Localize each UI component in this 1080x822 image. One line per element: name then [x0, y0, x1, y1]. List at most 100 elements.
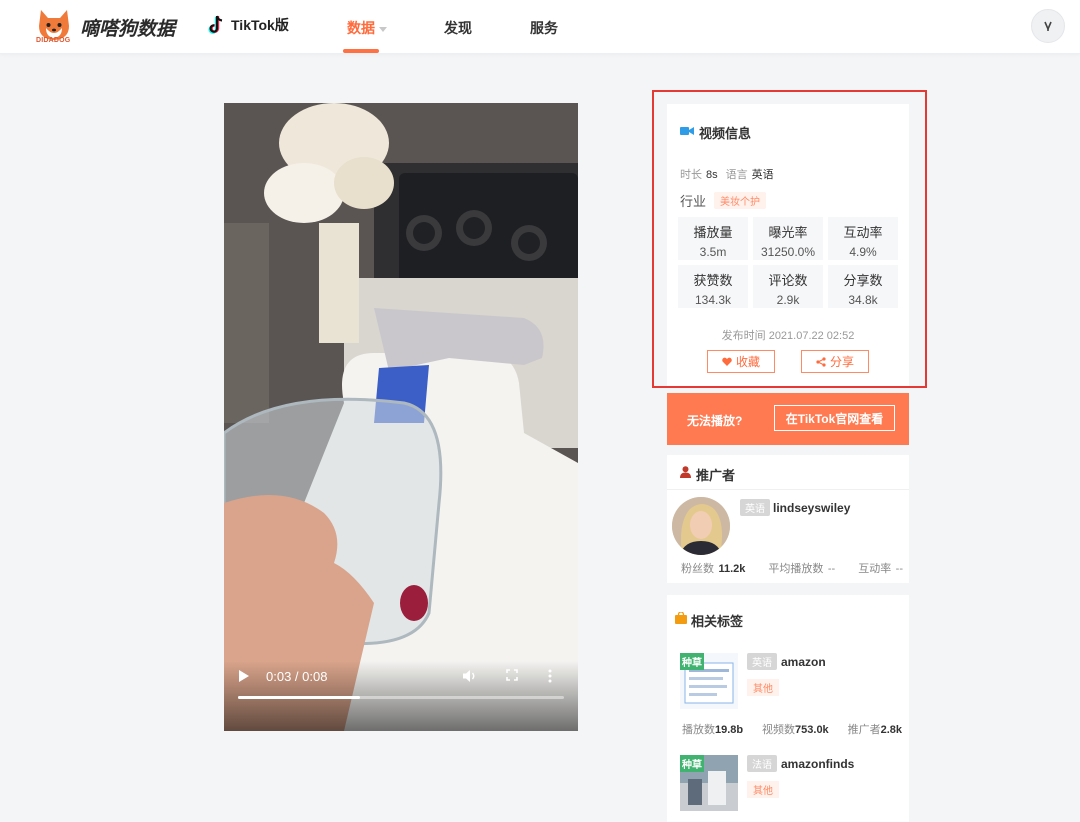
share-label: 分享 [829, 355, 854, 369]
play-icon[interactable] [238, 669, 256, 687]
fans-value: 11.2k [718, 563, 746, 575]
related-tags-title: 相关标签 [691, 614, 744, 629]
stat-label: 曝光率 [768, 225, 808, 240]
video-info-card: 视频信息 时长 8s 语言 英语 行业 美妆个护 播放量 3.5m 曝光率 31250.0… [667, 104, 909, 387]
nav-tab-service[interactable]: 服务 [530, 18, 558, 38]
stat-shares: 分享数 34.8k [828, 265, 898, 308]
tag-video-value: 753.0k [795, 724, 829, 736]
tag-name[interactable]: amazonfinds [781, 757, 854, 771]
tag-stats-row: 播放数19.8b 视频数753.0k 推广者2.8k [682, 720, 902, 738]
active-tab-indicator [343, 49, 379, 53]
stat-label: 播放量 [693, 225, 733, 240]
tag-play-value: 19.8b [715, 724, 744, 736]
tiktok-label: TikTok版 [231, 17, 289, 33]
tag-promoter-value: 2.8k [880, 724, 902, 736]
tag-language-badge: 法语 [747, 755, 777, 772]
nav-tab-data[interactable]: 数据 [347, 18, 387, 38]
video-frame-image [224, 103, 578, 731]
stat-value: 34.8k [848, 293, 878, 307]
related-tags-card: 相关标签 种草 英语 amazon 其他 播放数19.8b 视频数753.0k … [667, 595, 909, 822]
user-icon [1044, 21, 1052, 32]
industry-row: 行业 美妆个护 [680, 191, 767, 210]
stat-exposure: 曝光率 31250.0% [753, 217, 823, 260]
language-value: 英语 [751, 169, 774, 181]
tag-language-badge: 英语 [747, 653, 777, 670]
stat-comments: 评论数 2.9k [753, 265, 823, 308]
video-progress-bar[interactable] [238, 696, 564, 699]
promoter-avatar[interactable] [672, 497, 730, 555]
publish-time: 发布时间 2021.07.22 02:52 [721, 330, 855, 342]
industry-tag[interactable]: 美妆个护 [714, 192, 767, 209]
tag-play-label: 播放数 [682, 724, 715, 736]
promoter-title: 推广者 [696, 468, 736, 483]
stat-value: 134.3k [694, 293, 732, 307]
divider [667, 489, 909, 490]
tag-name-row: 英语 amazon [747, 653, 826, 670]
cannot-play-text: 无法播放? [687, 414, 743, 428]
cannot-play-banner: 无法播放? 在TikTok官网查看 [667, 393, 909, 445]
industry-label: 行业 [680, 194, 707, 209]
stat-interaction: 互动率 4.9% [828, 217, 898, 260]
avg-play-label: 平均播放数 [768, 563, 824, 575]
video-progress-fill [238, 696, 361, 699]
interaction-value: -- [895, 563, 903, 575]
stat-label: 评论数 [768, 273, 808, 288]
person-icon [680, 466, 691, 478]
top-navigation-bar: DIDADOG 嘀嗒狗数据 TikTok版 数据 发现 服务 [0, 0, 1080, 54]
promoter-handle[interactable]: lindseyswiley [773, 501, 850, 515]
heart-icon [722, 357, 732, 366]
stat-value: 3.5m [699, 245, 727, 259]
duration-language-row: 时长 8s 语言 英语 [680, 165, 782, 183]
stat-value: 31250.0% [760, 245, 816, 259]
favorite-label: 收藏 [735, 355, 760, 369]
tag-thumbnail: 种草 [680, 653, 738, 709]
tag-category: 其他 [747, 679, 779, 696]
stat-label: 获赞数 [693, 273, 733, 288]
logo-text: DIDADOG [36, 37, 71, 44]
nav-tab-discover[interactable]: 发现 [444, 18, 472, 38]
stat-label: 互动率 [843, 225, 883, 240]
recommend-badge: 种草 [680, 653, 704, 670]
brand-name[interactable]: 嘀嗒狗数据 [80, 14, 175, 41]
favorite-button[interactable]: 收藏 [707, 350, 775, 373]
chevron-down-icon [379, 26, 387, 32]
promoter-card: 推广者 英语 lindseyswiley 粉丝数 11.2k 平均播放数 -- … [667, 455, 909, 583]
tag-category: 其他 [747, 781, 779, 798]
video-player[interactable]: 0:03 / 0:08 [224, 103, 578, 731]
tag-item[interactable]: 种草 法语 amazonfinds 其他 [677, 750, 902, 822]
tag-name-row: 法语 amazonfinds [747, 755, 854, 772]
avatar-photo [672, 497, 730, 555]
shopping-bag-icon [675, 612, 687, 624]
avg-play-value: -- [827, 563, 836, 575]
tag-category-row: 其他 [747, 781, 779, 799]
tag-category-row: 其他 [747, 679, 779, 697]
tiktok-version-link[interactable]: TikTok版 [207, 14, 289, 36]
fullscreen-icon[interactable] [506, 669, 524, 687]
stats-grid: 播放量 3.5m 曝光率 31250.0% 互动率 4.9% 获赞数 134.3k 评论… [678, 217, 898, 308]
tag-thumbnail: 种草 [680, 755, 738, 811]
share-icon [816, 356, 826, 367]
share-button[interactable]: 分享 [801, 350, 869, 373]
stat-likes: 获赞数 134.3k [678, 265, 748, 308]
volume-icon[interactable] [462, 669, 480, 687]
promoter-name-row: 英语 lindseyswiley [740, 499, 850, 516]
tag-promoter-label: 推广者 [847, 724, 881, 736]
language-label: 语言 [725, 169, 748, 181]
tiktok-icon [208, 15, 223, 34]
promoter-language-badge: 英语 [740, 499, 770, 516]
user-menu-button[interactable] [1031, 9, 1065, 43]
duration-value: 8s [706, 169, 718, 181]
more-options-icon[interactable] [548, 669, 566, 687]
tag-name[interactable]: amazon [781, 655, 826, 669]
interaction-label: 互动率 [858, 563, 892, 575]
fans-label: 粉丝数 [681, 563, 714, 575]
view-on-tiktok-button[interactable]: 在TikTok官网查看 [774, 405, 895, 431]
recommend-badge: 种草 [680, 755, 704, 772]
video-controls: 0:03 / 0:08 [224, 661, 578, 731]
video-time: 0:03 / 0:08 [266, 669, 328, 684]
tag-item[interactable]: 种草 英语 amazon 其他 播放数19.8b 视频数753.0k 推广者2.… [677, 648, 902, 738]
stat-value: 2.9k [776, 293, 800, 307]
stat-plays: 播放量 3.5m [678, 217, 748, 260]
nav-tab-data-label: 数据 [347, 20, 375, 36]
stat-label: 分享数 [843, 273, 883, 288]
